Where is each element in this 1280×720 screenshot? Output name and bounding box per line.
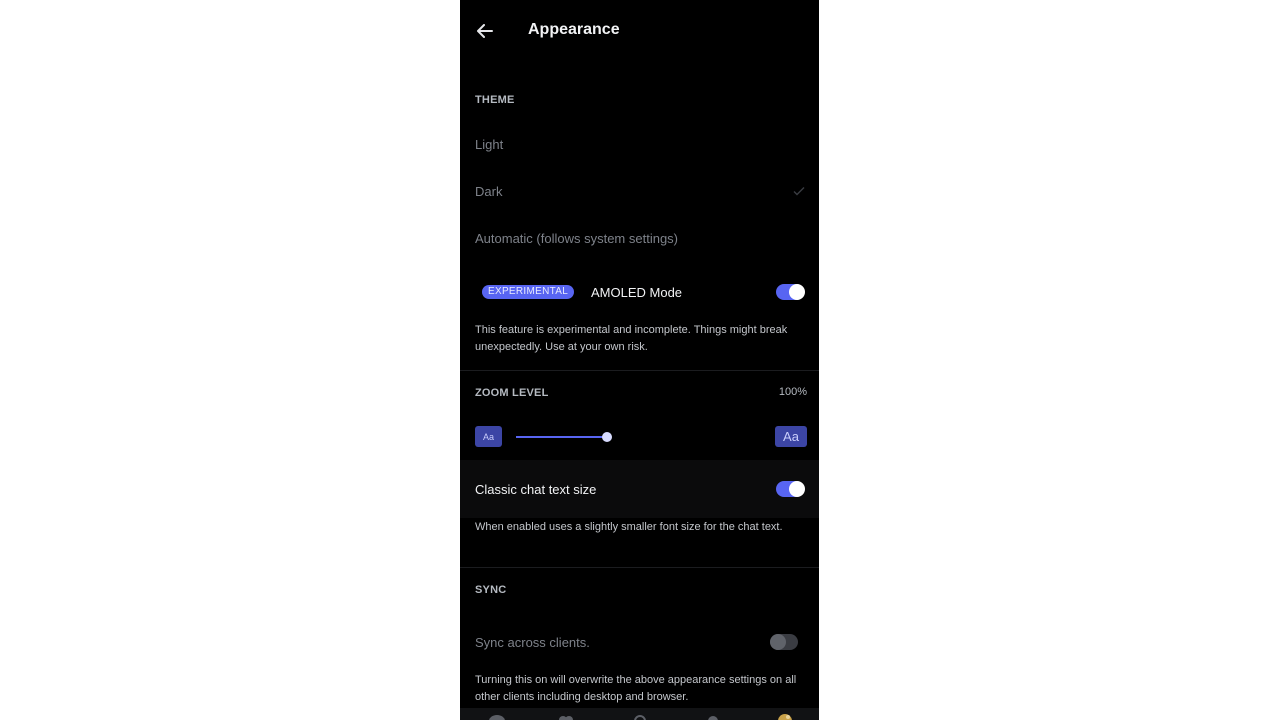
classic-chat-row: Classic chat text size bbox=[460, 460, 819, 518]
theme-section-label: THEME bbox=[475, 94, 515, 106]
amoled-mode-label: AMOLED Mode bbox=[591, 285, 683, 300]
bottom-navigation bbox=[460, 708, 819, 720]
sync-description: Turning this on will overwrite the above… bbox=[475, 674, 797, 703]
classic-chat-description: When enabled uses a slightly smaller fon… bbox=[475, 521, 783, 533]
classic-chat-label: Classic chat text size bbox=[475, 482, 597, 497]
page-title: Appearance bbox=[528, 21, 620, 38]
zoom-slider[interactable] bbox=[516, 432, 613, 442]
divider bbox=[460, 370, 819, 371]
app-header: Appearance bbox=[460, 0, 819, 62]
toggle-knob bbox=[789, 481, 805, 497]
theme-option-dark[interactable]: Dark bbox=[460, 169, 819, 213]
zoom-increase-button[interactable]: Aa bbox=[775, 426, 807, 447]
toggle-knob bbox=[789, 284, 805, 300]
zoom-section-label: ZOOM LEVEL bbox=[475, 387, 549, 399]
experimental-badge: EXPERIMENTAL bbox=[482, 285, 575, 299]
zoom-decrease-button[interactable]: Aa bbox=[475, 426, 502, 447]
theme-option-light[interactable]: Light bbox=[460, 122, 819, 166]
profile-avatar-icon[interactable] bbox=[776, 712, 794, 720]
sync-across-clients-toggle[interactable] bbox=[770, 634, 798, 650]
toggle-knob bbox=[770, 634, 786, 650]
divider bbox=[460, 567, 819, 568]
back-button[interactable] bbox=[474, 20, 496, 42]
theme-option-label: Dark bbox=[475, 183, 503, 199]
amoled-mode-toggle[interactable] bbox=[776, 284, 805, 300]
sync-section-label: SYNC bbox=[475, 584, 507, 596]
aa-large-label: Aa bbox=[783, 429, 799, 444]
theme-option-label: Light bbox=[475, 136, 504, 152]
aa-small-label: Aa bbox=[482, 431, 494, 442]
check-icon bbox=[793, 187, 805, 196]
sync-across-clients-label: Sync across clients. bbox=[475, 635, 590, 650]
theme-option-label: Automatic (follows system settings) bbox=[475, 230, 679, 246]
notifications-icon[interactable] bbox=[704, 712, 722, 720]
home-icon[interactable] bbox=[488, 712, 506, 720]
theme-option-automatic[interactable]: Automatic (follows system settings) bbox=[460, 216, 819, 260]
zoom-value: 100% bbox=[778, 386, 807, 398]
arrow-left-icon bbox=[477, 24, 493, 38]
friends-icon[interactable] bbox=[557, 712, 575, 720]
slider-fill bbox=[516, 436, 608, 438]
search-icon[interactable] bbox=[631, 712, 649, 720]
amoled-description: This feature is experimental and incompl… bbox=[475, 324, 788, 353]
phone-screen: Appearance THEME Light Dark Automatic (f… bbox=[460, 0, 819, 720]
slider-thumb[interactable] bbox=[602, 432, 613, 442]
amoled-mode-row: EXPERIMENTAL AMOLED Mode bbox=[460, 276, 819, 308]
classic-chat-toggle[interactable] bbox=[776, 481, 805, 497]
